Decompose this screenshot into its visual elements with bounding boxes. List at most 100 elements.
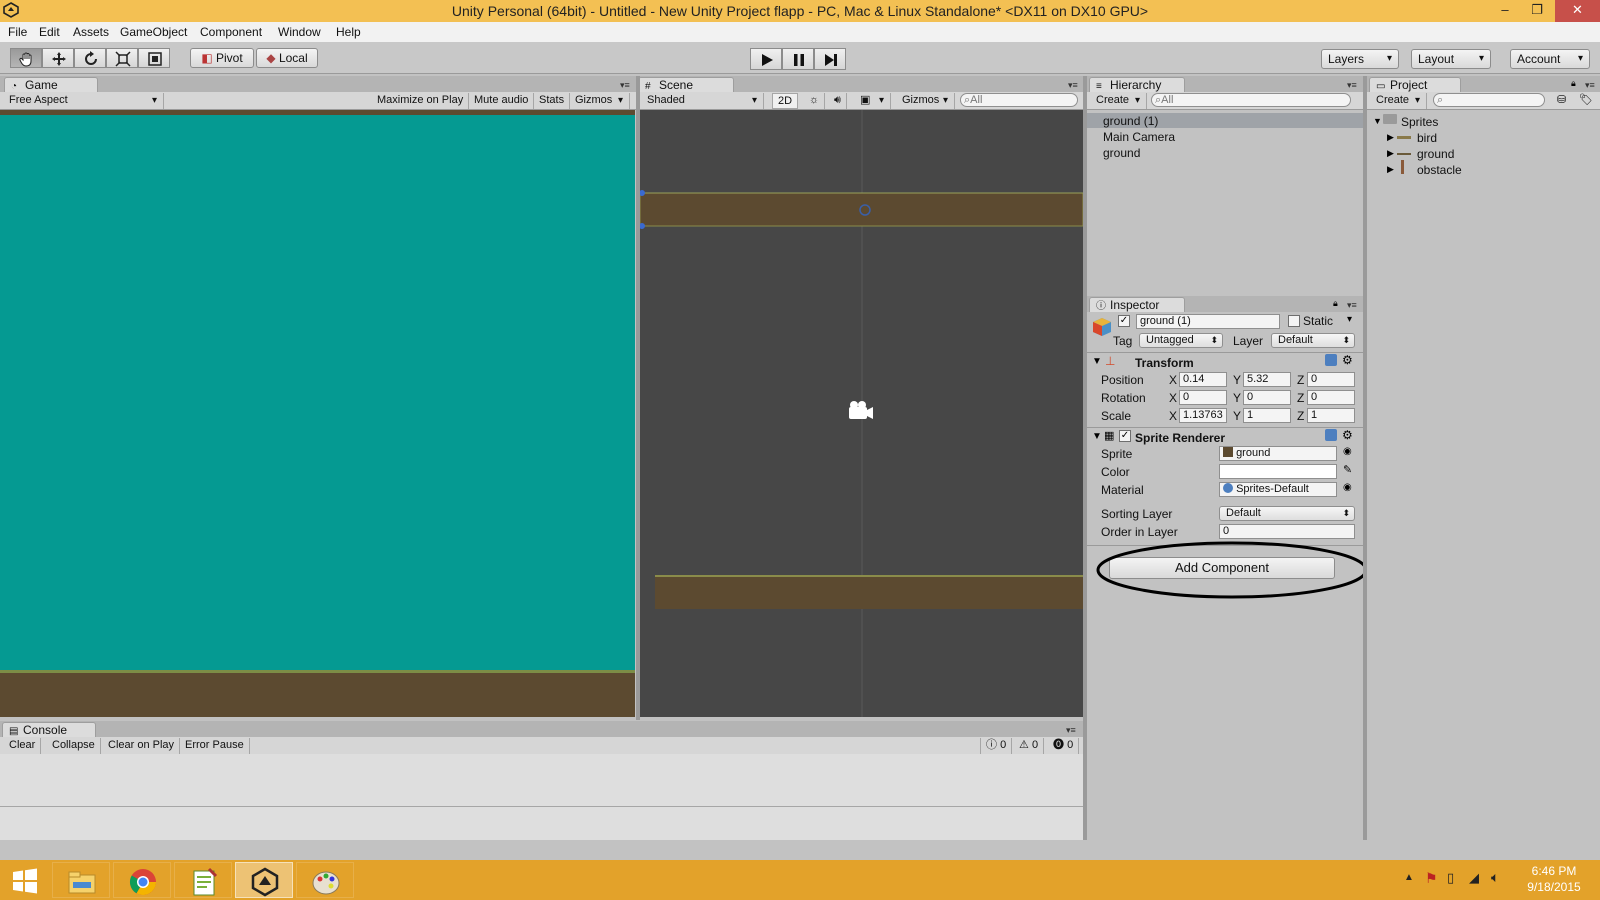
static-dropdown-arrow-icon[interactable]: ▾ xyxy=(1347,314,1352,325)
panel-menu-icon[interactable] xyxy=(620,80,634,91)
project-item-ground[interactable]: ground xyxy=(1417,147,1454,161)
mute-audio-toggle[interactable]: Mute audio xyxy=(469,93,535,109)
rect-tool-button[interactable] xyxy=(138,48,170,68)
panel-menu-icon[interactable] xyxy=(1347,80,1361,91)
position-x-field[interactable]: 0.14 xyxy=(1179,372,1227,387)
tab-project[interactable]: ▭ Project xyxy=(1369,77,1461,92)
hierarchy-create-dropdown[interactable]: Create xyxy=(1091,93,1147,109)
foldout-arrow-icon[interactable]: ▼ xyxy=(1092,431,1102,442)
power-icon[interactable]: ▯ xyxy=(1447,870,1454,886)
panel-menu-icon[interactable] xyxy=(1347,300,1361,311)
scale-z-field[interactable]: 1 xyxy=(1307,408,1355,423)
volume-icon[interactable]: 🔈︎ xyxy=(1491,869,1499,886)
lock-icon[interactable]: 🔒︎ xyxy=(1571,78,1576,89)
scene-effects-dropdown[interactable]: ▣ xyxy=(855,93,891,109)
stats-toggle[interactable]: Stats xyxy=(534,93,571,109)
expand-arrow-icon[interactable]: ▶ xyxy=(1387,132,1394,143)
scene-search-input[interactable]: ⌕All xyxy=(960,93,1078,107)
gear-icon[interactable]: ⚙ xyxy=(1342,353,1353,367)
expand-arrow-icon[interactable]: ▶ xyxy=(1387,148,1394,159)
position-z-field[interactable]: 0 xyxy=(1307,372,1355,387)
ground-sprite[interactable] xyxy=(655,576,1083,609)
project-search-input[interactable]: ⌕ xyxy=(1433,93,1545,107)
taskbar-editor-app[interactable] xyxy=(174,862,232,898)
hierarchy-item-ground[interactable]: ground xyxy=(1103,146,1140,160)
aspect-dropdown[interactable]: Free Aspect xyxy=(4,93,164,109)
splitter[interactable] xyxy=(1083,76,1087,840)
restore-button[interactable]: ❐ xyxy=(1522,0,1552,22)
console-error-filter-toggle[interactable]: ⓿ 0 xyxy=(1048,738,1080,754)
splitter[interactable] xyxy=(636,76,640,720)
order-in-layer-field[interactable]: 0 xyxy=(1219,524,1355,539)
move-tool-button[interactable] xyxy=(42,48,74,68)
help-book-icon[interactable] xyxy=(1325,429,1337,441)
position-y-field[interactable]: 5.32 xyxy=(1243,372,1291,387)
lock-icon[interactable]: 🔒︎ xyxy=(1333,298,1338,309)
rotation-x-field[interactable]: 0 xyxy=(1179,390,1227,405)
taskbar-unity[interactable] xyxy=(235,862,293,898)
rotation-y-field[interactable]: 0 xyxy=(1243,390,1291,405)
console-clear-button[interactable]: Clear xyxy=(4,738,42,754)
menu-help[interactable]: Help xyxy=(336,25,361,39)
hierarchy-item-ground-1[interactable]: ground (1) xyxy=(1103,114,1158,128)
tab-console[interactable]: ▤ Console xyxy=(2,722,96,737)
menu-file[interactable]: File xyxy=(8,25,27,39)
network-signal-icon[interactable]: ◢ xyxy=(1469,870,1479,886)
game-viewport[interactable] xyxy=(0,110,635,717)
layout-dropdown[interactable]: Layout xyxy=(1411,49,1491,69)
scale-x-field[interactable]: 1.13763 xyxy=(1179,408,1227,423)
minimize-button[interactable]: – xyxy=(1490,0,1520,22)
splitter[interactable] xyxy=(1363,76,1367,840)
eyedropper-icon[interactable]: ✎ xyxy=(1343,463,1352,476)
start-button[interactable] xyxy=(0,862,50,898)
layers-dropdown[interactable]: Layers xyxy=(1321,49,1399,69)
hand-tool-button[interactable] xyxy=(10,48,42,68)
project-item-bird[interactable]: bird xyxy=(1417,131,1437,145)
taskbar-chrome[interactable] xyxy=(113,862,171,898)
2d-toggle[interactable]: 2D xyxy=(772,93,799,109)
project-create-dropdown[interactable]: Create xyxy=(1371,93,1427,109)
maximize-on-play-toggle[interactable]: Maximize on Play xyxy=(372,93,470,109)
taskbar-clock[interactable]: 6:46 PM 9/18/2015 xyxy=(1514,863,1594,895)
taskbar-file-explorer[interactable] xyxy=(52,862,110,898)
console-error-pause-toggle[interactable]: Error Pause xyxy=(180,738,250,754)
scale-y-field[interactable]: 1 xyxy=(1243,408,1291,423)
hierarchy-item-main-camera[interactable]: Main Camera xyxy=(1103,130,1175,144)
console-collapse-toggle[interactable]: Collapse xyxy=(47,738,101,754)
scale-tool-button[interactable] xyxy=(106,48,138,68)
shading-dropdown[interactable]: Shaded xyxy=(642,93,764,109)
filter-by-type-icon[interactable]: ⛁ xyxy=(1557,93,1566,106)
taskbar-paint[interactable] xyxy=(296,862,354,898)
menu-window[interactable]: Window xyxy=(278,25,321,39)
gear-icon[interactable]: ⚙ xyxy=(1342,428,1353,442)
console-log-area[interactable] xyxy=(0,754,1083,840)
project-item-obstacle[interactable]: obstacle xyxy=(1417,163,1462,177)
sprite-renderer-enabled-checkbox[interactable]: ✓ xyxy=(1119,430,1131,442)
scene-audio-toggle[interactable]: 🔊︎ xyxy=(829,93,847,109)
camera-gizmo-icon[interactable] xyxy=(849,401,873,419)
scene-gizmos-dropdown[interactable]: Gizmos xyxy=(897,93,955,109)
show-hidden-icons-icon[interactable]: ▲ xyxy=(1404,872,1414,883)
object-picker-icon[interactable]: ◉ xyxy=(1343,446,1352,457)
close-button[interactable]: ✕ xyxy=(1555,0,1600,22)
color-swatch-field[interactable] xyxy=(1219,464,1337,479)
rotation-z-field[interactable]: 0 xyxy=(1307,390,1355,405)
rotate-tool-button[interactable] xyxy=(74,48,106,68)
menu-assets[interactable]: Assets xyxy=(73,25,109,39)
scene-viewport[interactable] xyxy=(640,110,1083,717)
object-name-field[interactable]: ground (1) xyxy=(1136,314,1280,329)
account-dropdown[interactable]: Account xyxy=(1510,49,1590,69)
filter-by-label-icon[interactable]: 🏷︎ xyxy=(1579,93,1593,106)
panel-menu-icon[interactable] xyxy=(1068,80,1082,91)
console-warning-filter-toggle[interactable]: ⚠ 0 xyxy=(1014,738,1045,754)
tag-dropdown[interactable]: Untagged xyxy=(1139,333,1223,348)
panel-menu-icon[interactable] xyxy=(1585,80,1599,91)
panel-menu-icon[interactable] xyxy=(1066,725,1080,736)
static-checkbox[interactable] xyxy=(1288,315,1300,327)
scene-lighting-toggle[interactable]: ☼ xyxy=(804,93,826,109)
tab-scene[interactable]: # Scene xyxy=(638,77,734,92)
help-book-icon[interactable] xyxy=(1325,354,1337,366)
sorting-layer-dropdown[interactable]: Default xyxy=(1219,506,1355,521)
material-field[interactable]: Sprites-Default xyxy=(1219,482,1337,497)
pivot-toggle[interactable]: ◧ Pivot xyxy=(190,48,254,68)
